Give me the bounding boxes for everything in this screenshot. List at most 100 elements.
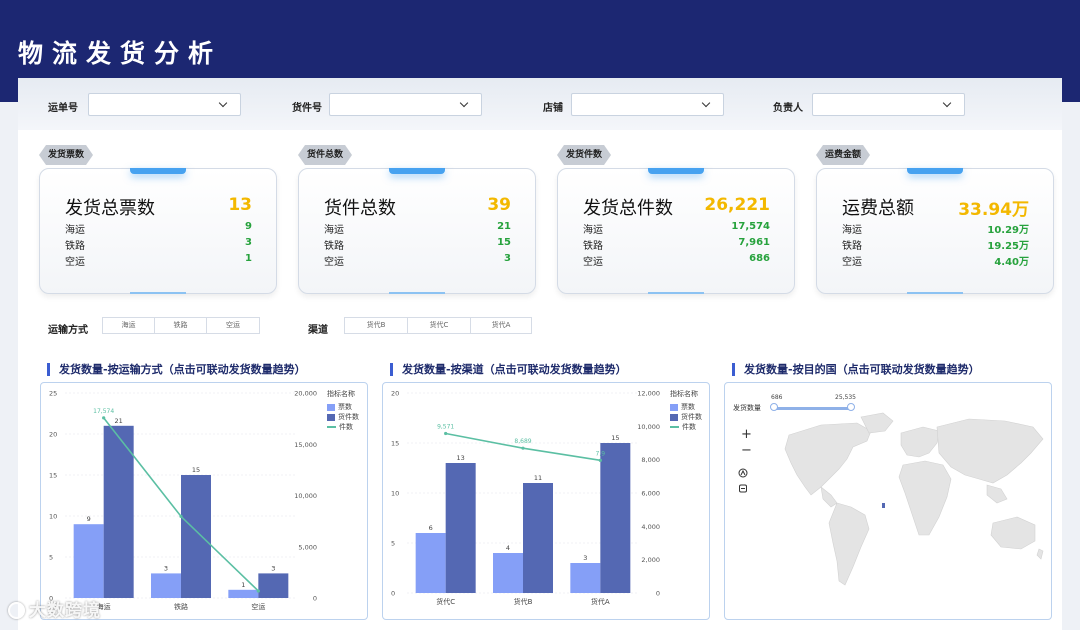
y-tick-label: 5: [49, 554, 53, 562]
line-point: [444, 431, 448, 436]
slicer-option-b[interactable]: 货代B: [345, 318, 408, 333]
data-label: 9: [87, 515, 91, 523]
map-panel-country[interactable]: 发货数量 686 25,535 + −: [724, 382, 1052, 620]
line-point: [179, 514, 183, 518]
kpi-row-value: 686: [749, 253, 770, 264]
kpi-title: 运费总额: [842, 198, 914, 219]
x-tick-label: 空运: [251, 602, 265, 611]
filter-select-store[interactable]: [571, 93, 724, 116]
zoom-out-button[interactable]: −: [741, 443, 752, 458]
range-slider-track[interactable]: [773, 407, 851, 410]
page-title: 物流发货分析: [18, 39, 223, 68]
slicer-option-air[interactable]: 空运: [207, 318, 259, 333]
bar-tickets: [151, 573, 181, 598]
y-tick-label: 15: [391, 440, 399, 448]
slicer-label-transport: 运输方式: [48, 325, 88, 336]
line-point: [521, 446, 525, 450]
data-label: 3: [164, 564, 168, 572]
data-label: 21: [115, 417, 123, 425]
slider-label: 发货数量: [733, 404, 761, 412]
y-tick-label: 20: [49, 431, 57, 439]
kpi-tag-tickets: 发货票数: [39, 145, 93, 165]
world-map[interactable]: [725, 383, 1053, 621]
chart-legend: 指标名称 票数 货件数 件数: [327, 389, 359, 432]
slicer-option-rail[interactable]: 铁路: [155, 318, 207, 333]
kpi-row-label: 海运: [842, 225, 862, 236]
bar-tickets: [570, 563, 601, 593]
legend-item-shipments[interactable]: 货件数: [670, 412, 702, 422]
slicer-option-a[interactable]: 货代A: [471, 318, 531, 333]
y2-tick-label: 0: [313, 595, 317, 603]
kpi-row-value: 1: [245, 253, 252, 264]
kpi-row-label: 海运: [65, 225, 85, 236]
watermark-logo: 大数跨境: [8, 596, 101, 621]
map-central-america: [820, 486, 838, 508]
download-icon[interactable]: [739, 484, 747, 493]
legend-item-pieces[interactable]: 件数: [670, 422, 702, 432]
bar-tickets: [73, 524, 104, 598]
bar-line-chart-channel[interactable]: 0 5 10 15 20 0 2,000 4,000 6,000 8,000 10,000 12,00…: [383, 383, 711, 621]
slicer-option-c[interactable]: 货代C: [408, 318, 471, 333]
kpi-row-value: 7,961: [738, 237, 770, 248]
bar-shipments: [523, 483, 553, 593]
legend-item-tickets[interactable]: 票数: [327, 402, 359, 412]
chevron-down-icon: [942, 98, 952, 108]
chart-panel-channel[interactable]: 0 5 10 15 20 0 2,000 4,000 6,000 8,000 10,000 12,00…: [382, 382, 710, 620]
kpi-tag-shipments: 货件总数: [298, 145, 352, 165]
kpi-total: 33.94万: [958, 200, 1029, 220]
slicer-transport: 海运 铁路 空运: [102, 317, 260, 334]
legend-item-tickets[interactable]: 票数: [670, 402, 702, 412]
chart-title-transport: 发货数量-按运输方式（点击可联动发货数量趋势）: [47, 363, 306, 376]
map-africa: [898, 460, 952, 536]
y2-tick-label: 20,000: [294, 390, 317, 398]
x-tick-label: 铁路: [174, 602, 188, 611]
kpi-card-pieces: 发货总件数 26,221 海运 17,574 铁路 7,961 空运 686: [557, 168, 795, 294]
legend-item-shipments[interactable]: 货件数: [327, 412, 359, 422]
chart-panel-transport[interactable]: 0 5 10 15 20 25 0 5,000 10,000 15,000 20,000 9 21 海运 3…: [40, 382, 368, 620]
bar-line-chart-transport[interactable]: 051015202505,00010,00015,00020,000921海运3…: [41, 383, 369, 621]
reset-view-icon[interactable]: [738, 468, 748, 478]
bar-shipments: [258, 573, 289, 598]
slicer-option-sea[interactable]: 海运: [103, 318, 155, 333]
kpi-tag-freight: 运费金额: [816, 145, 870, 165]
y-tick-label: 20: [391, 390, 399, 398]
y2-tick-label: 12,000: [637, 390, 660, 398]
zoom-in-button[interactable]: +: [741, 427, 752, 442]
bar-shipments: [445, 463, 476, 593]
kpi-title: 货件总数: [324, 198, 396, 219]
kpi-row-value: 3: [245, 237, 252, 248]
kpi-row-value: 19.25万: [987, 241, 1029, 252]
filter-select-owner[interactable]: [812, 93, 965, 116]
line-data-label: 8,689: [514, 438, 531, 445]
slider-handle-max[interactable]: [847, 403, 855, 411]
chart-title-channel: 发货数量-按渠道（点击可联动发货数量趋势）: [390, 363, 627, 376]
y2-tick-label: 6,000: [641, 490, 660, 498]
map-greenland: [860, 412, 894, 434]
kpi-row-label: 空运: [583, 257, 603, 268]
filter-select-shipment[interactable]: [329, 93, 482, 116]
kpi-total: 39: [487, 195, 511, 215]
line-data-label: 17,574: [93, 408, 114, 415]
kpi-row-value: 3: [504, 253, 511, 264]
kpi-row-value: 9: [245, 221, 252, 232]
y2-tick-label: 0: [656, 590, 660, 598]
kpi-card-tickets: 发货总票数 13 海运 9 铁路 3 空运 1: [39, 168, 277, 294]
filter-select-waybill[interactable]: [88, 93, 241, 116]
legend-item-pieces[interactable]: 件数: [327, 422, 359, 432]
slider-min-value: 686: [771, 394, 783, 401]
slider-handle-min[interactable]: [770, 403, 778, 411]
slider-max-value: 25,535: [835, 394, 856, 401]
kpi-row-label: 海运: [324, 225, 344, 236]
kpi-row-label: 海运: [583, 225, 603, 236]
chart-legend: 指标名称 票数 货件数 件数: [670, 389, 702, 432]
logo-icon: [8, 602, 25, 619]
kpi-title: 发货总票数: [65, 198, 155, 219]
bar-tickets: [228, 589, 259, 598]
chevron-down-icon: [459, 98, 469, 108]
kpi-row-label: 铁路: [583, 241, 603, 252]
kpi-row-value: 21: [497, 221, 511, 232]
y2-tick-label: 8,000: [641, 456, 660, 464]
filter-label-waybill: 运单号: [48, 103, 78, 114]
kpi-row-label: 空运: [324, 257, 344, 268]
bar-shipments: [600, 443, 631, 593]
